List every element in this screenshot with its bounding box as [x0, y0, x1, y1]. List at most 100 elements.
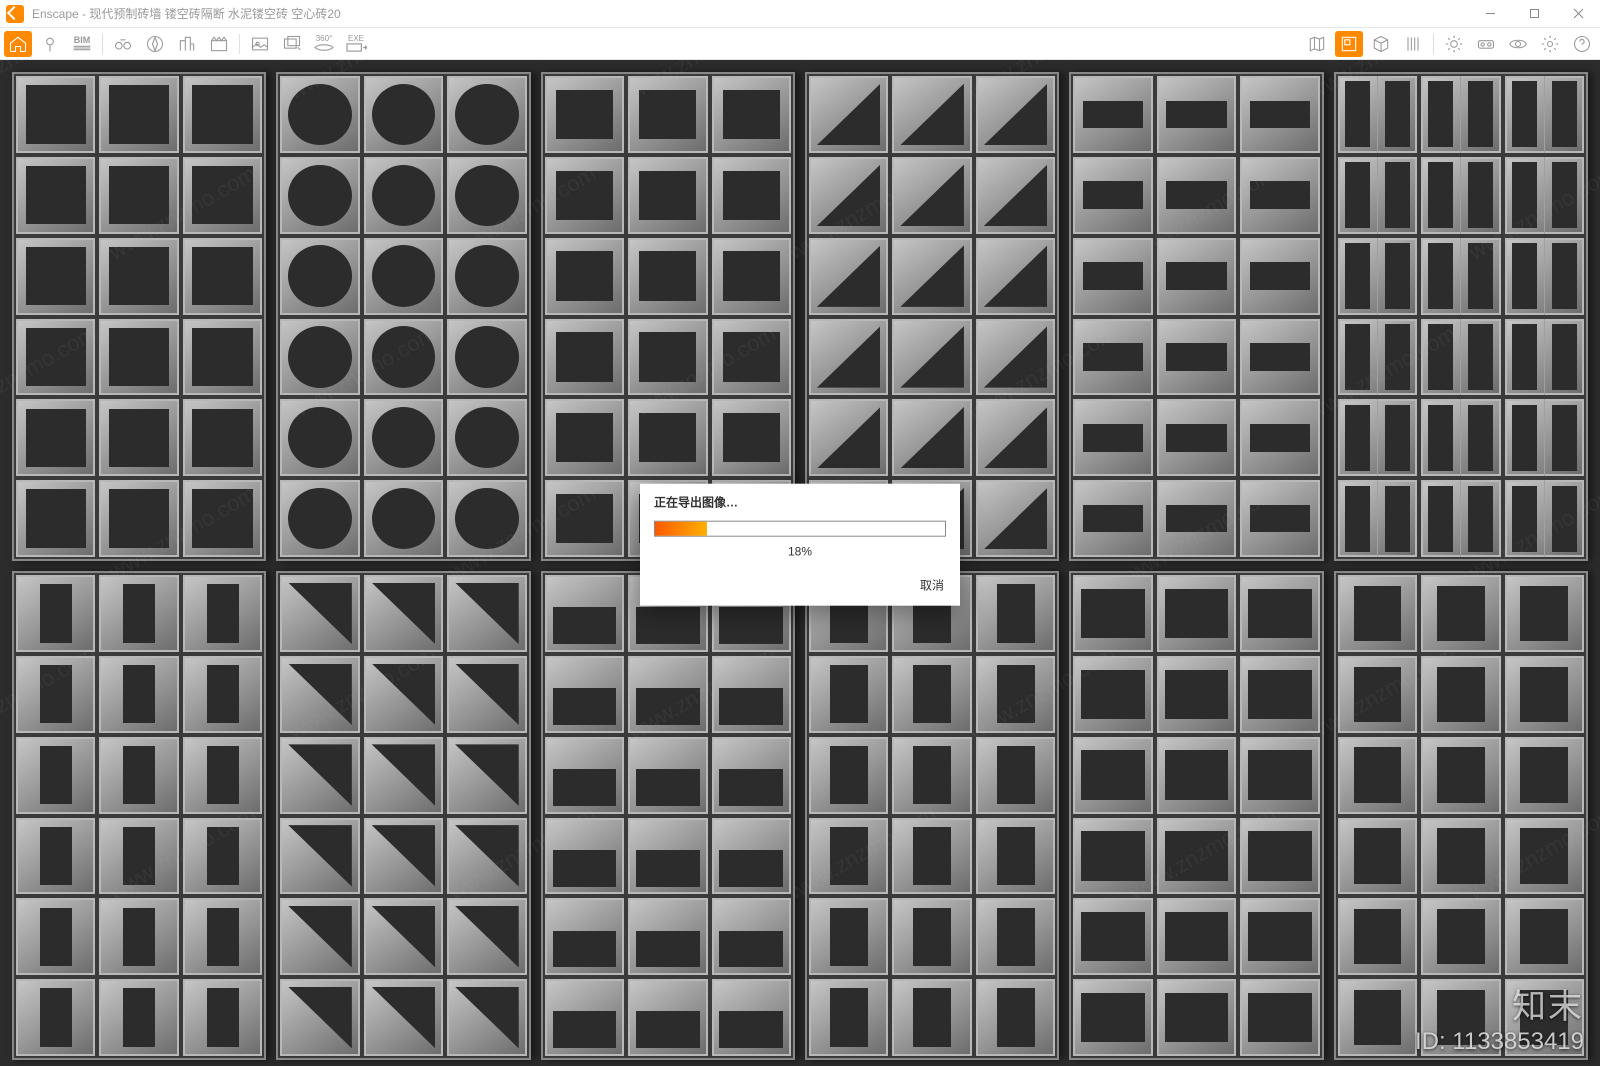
brick-cell [1157, 319, 1236, 396]
brick-cell [976, 480, 1055, 557]
cancel-button[interactable]: 取消 [920, 577, 944, 594]
clapper-icon[interactable] [205, 31, 233, 57]
brick-cell [1505, 656, 1584, 733]
brick-cell [712, 399, 791, 476]
brick-cell [892, 238, 971, 315]
brick-cell [183, 480, 262, 557]
titlebar: Enscape - 现代预制砖墙 镂空砖隔断 水泥镂空砖 空心砖20 [0, 0, 1600, 28]
brick-cell [976, 399, 1055, 476]
brick-cell [1421, 238, 1500, 315]
buildings-icon[interactable] [173, 31, 201, 57]
minimap-icon[interactable] [1335, 31, 1363, 57]
brick-cell [1338, 480, 1417, 557]
brick-panel-double [1334, 571, 1588, 1060]
brick-panel-triple [1334, 72, 1588, 561]
brick-cell [1421, 575, 1500, 652]
brick-cell [364, 480, 443, 557]
brick-cell [1157, 399, 1236, 476]
brick-cell [545, 979, 624, 1056]
brick-cell [280, 979, 359, 1056]
brick-cell [809, 399, 888, 476]
brick-cell [183, 818, 262, 895]
brick-cell [183, 76, 262, 153]
brick-cell [447, 818, 526, 895]
vr-icon[interactable] [1472, 31, 1500, 57]
pin-icon[interactable] [36, 31, 64, 57]
brick-cell [976, 979, 1055, 1056]
pano-360-icon[interactable]: 360° [310, 31, 338, 57]
curtain-icon[interactable] [1399, 31, 1427, 57]
settings-icon[interactable] [1536, 31, 1564, 57]
eye-icon[interactable] [1504, 31, 1532, 57]
brick-cell [1505, 76, 1584, 153]
brick-cell [1073, 818, 1152, 895]
brick-cell [545, 818, 624, 895]
brick-cell [280, 76, 359, 153]
brick-cell [545, 76, 624, 153]
map-icon[interactable] [1303, 31, 1331, 57]
dialog-title: 正在导出图像… [640, 484, 960, 517]
brick-cell [712, 898, 791, 975]
brick-cell [1505, 979, 1584, 1056]
brick-cell [1505, 480, 1584, 557]
brick-cell [364, 979, 443, 1056]
brick-cell [976, 319, 1055, 396]
brick-cell [892, 319, 971, 396]
brick-cell [280, 898, 359, 975]
batch-render-icon[interactable] [278, 31, 306, 57]
brick-cell [1157, 76, 1236, 153]
help-icon[interactable] [1568, 31, 1596, 57]
app-logo-icon [6, 5, 24, 23]
brick-cell [447, 480, 526, 557]
binoculars-icon[interactable] [109, 31, 137, 57]
brick-panel-diag [276, 571, 530, 1060]
screenshot-icon[interactable] [246, 31, 274, 57]
window-minimize-button[interactable] [1468, 0, 1512, 28]
brick-cell [1421, 319, 1500, 396]
brick-cell [1073, 656, 1152, 733]
sun-icon[interactable] [1440, 31, 1468, 57]
brick-cell [1073, 575, 1152, 652]
app-title: Enscape - 现代预制砖墙 镂空砖隔断 水泥镂空砖 空心砖20 [32, 5, 341, 22]
brick-cell [628, 898, 707, 975]
brick-cell [183, 575, 262, 652]
brick-cell [712, 157, 791, 234]
export-exe-icon[interactable]: EXE [342, 31, 370, 57]
window-maximize-button[interactable] [1512, 0, 1556, 28]
brick-cell [364, 399, 443, 476]
brick-cell [545, 575, 624, 652]
render-viewport[interactable]: www.znzmo.comwww.znzmo.comwww.znzmo.comw… [0, 60, 1600, 1066]
brick-cell [545, 238, 624, 315]
brick-cell [280, 480, 359, 557]
brick-cell [16, 979, 95, 1056]
window-close-button[interactable] [1556, 0, 1600, 28]
brick-cell [99, 656, 178, 733]
home-icon[interactable] [4, 31, 32, 57]
brick-cell [16, 399, 95, 476]
brick-cell [1338, 319, 1417, 396]
brick-cell [1421, 157, 1500, 234]
brick-cell [1073, 979, 1152, 1056]
brick-cell [99, 898, 178, 975]
bim-icon[interactable]: BIM [68, 31, 96, 57]
brick-cell [99, 399, 178, 476]
brick-cell [809, 238, 888, 315]
brick-cell [1240, 76, 1319, 153]
brick-cell [1157, 238, 1236, 315]
brick-cell [628, 319, 707, 396]
brick-cell [976, 656, 1055, 733]
box-icon[interactable] [1367, 31, 1395, 57]
brick-cell [712, 656, 791, 733]
brick-cell [1240, 238, 1319, 315]
brick-cell [1421, 737, 1500, 814]
progress-percent-label: 18% [640, 539, 960, 569]
brick-cell [364, 238, 443, 315]
brick-cell [628, 157, 707, 234]
brick-cell [447, 157, 526, 234]
brick-cell [280, 238, 359, 315]
brick-cell [1073, 399, 1152, 476]
compass-icon[interactable] [141, 31, 169, 57]
brick-cell [892, 76, 971, 153]
brick-cell [1505, 399, 1584, 476]
brick-cell [1505, 818, 1584, 895]
